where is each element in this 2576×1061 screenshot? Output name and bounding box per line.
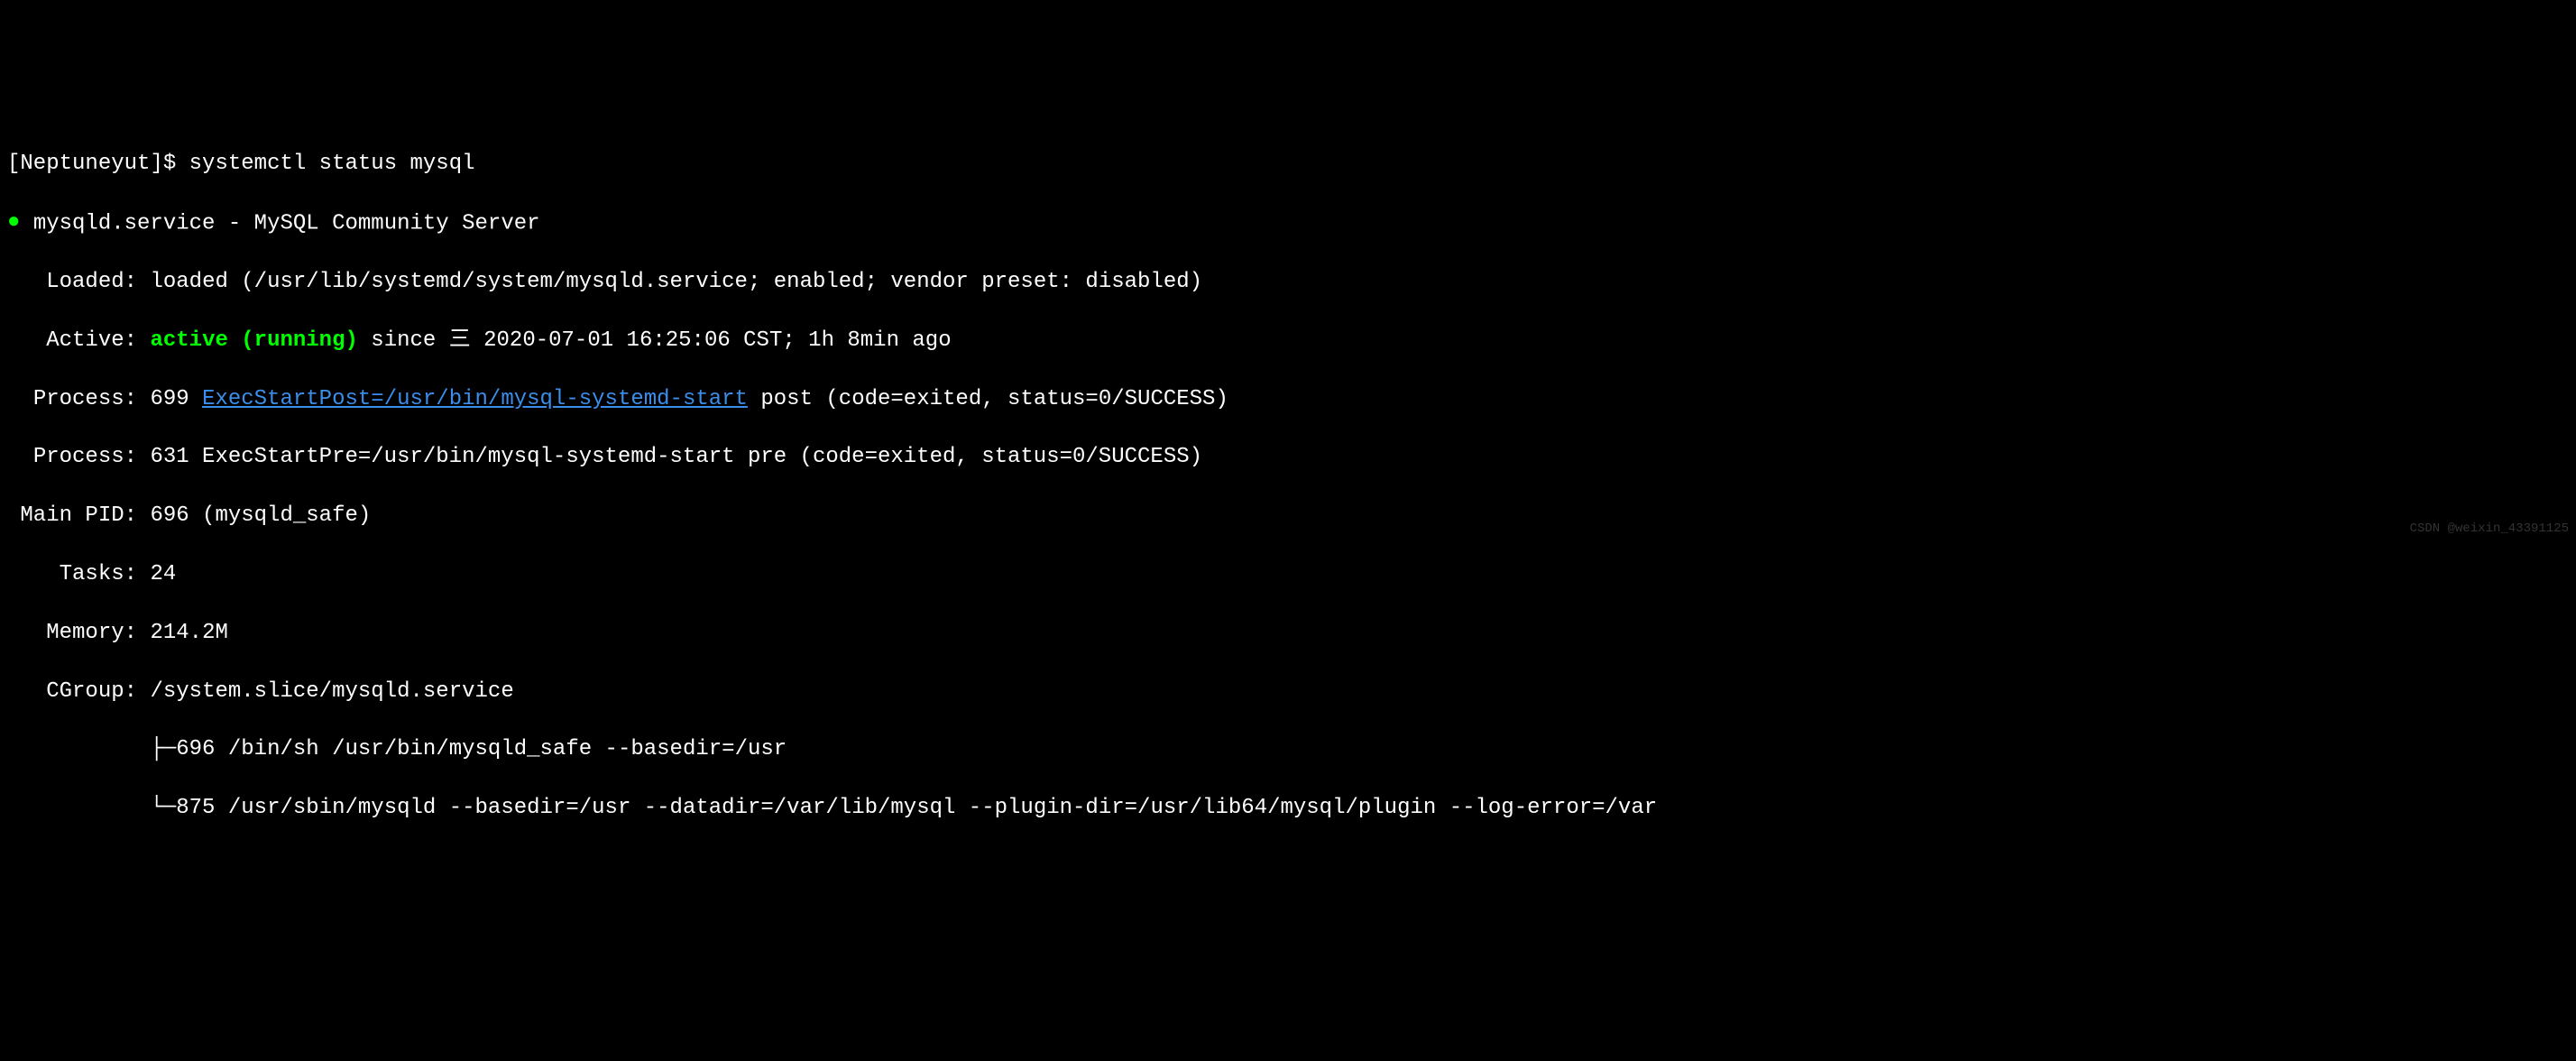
loaded-label: Loaded: — [46, 270, 137, 294]
prompt-line[interactable]: [Neptuneyut]$ systemctl status mysql — [7, 150, 2569, 179]
tree-line-2: └─875 /usr/sbin/mysqld --basedir=/usr --… — [7, 794, 2569, 823]
indent — [7, 679, 46, 704]
tree2-cmd: /usr/sbin/mysqld --basedir=/usr --datadi… — [228, 796, 1657, 820]
tasks-line: Tasks: 24 — [7, 560, 2569, 589]
prompt-user-host: Neptuneyut — [20, 152, 150, 176]
active-state: active (running) — [150, 328, 357, 353]
space — [215, 796, 227, 820]
indent — [7, 562, 60, 586]
memory-label: Memory: — [46, 621, 137, 645]
mainpid-value: 696 (mysqld_safe) — [150, 503, 371, 528]
process1-exec-link[interactable]: ExecStartPost=/usr/bin/mysql-systemd-sta… — [202, 387, 748, 411]
space — [358, 328, 371, 353]
space — [137, 328, 150, 353]
space — [137, 562, 150, 586]
space — [137, 503, 150, 528]
process1-suffix: post (code=exited, status=0/SUCCESS) — [760, 387, 1228, 411]
indent — [7, 270, 46, 294]
prompt-close-bracket: ] — [150, 152, 162, 176]
tree-line-1: ├─696 /bin/sh /usr/bin/mysqld_safe --bas… — [7, 735, 2569, 764]
tasks-value: 24 — [150, 562, 176, 586]
space — [20, 211, 32, 235]
indent — [7, 503, 20, 528]
space — [215, 737, 227, 761]
active-line: Active: active (running) since 三 2020-07… — [7, 327, 2569, 355]
watermark-text: CSDN @weixin_43391125 — [2410, 521, 2569, 538]
cgroup-line: CGroup: /system.slice/mysqld.service — [7, 678, 2569, 706]
prompt-dollar: $ — [163, 152, 189, 176]
tree1-cmd: /bin/sh /usr/bin/mysqld_safe --basedir=/… — [228, 737, 787, 761]
cgroup-label: CGroup: — [46, 679, 137, 704]
space — [137, 445, 150, 469]
mainpid-line: Main PID: 696 (mysqld_safe) — [7, 502, 2569, 530]
tree1-pid: 696 — [176, 737, 215, 761]
prompt-open-bracket: [ — [7, 152, 20, 176]
service-header-line: ● mysqld.service - MySQL Community Serve… — [7, 208, 2569, 239]
process1-line: Process: 699 ExecStartPost=/usr/bin/mysq… — [7, 385, 2569, 414]
service-description: MySQL Community Server — [254, 211, 540, 235]
command-text: systemctl status mysql — [189, 152, 475, 176]
tree-branch-icon: ├─ — [150, 737, 176, 761]
loaded-line: Loaded: loaded (/usr/lib/systemd/system/… — [7, 268, 2569, 297]
space — [748, 387, 760, 411]
process2-label: Process: — [33, 445, 137, 469]
status-dot-icon: ● — [7, 208, 20, 237]
tree2-pid: 875 — [176, 796, 215, 820]
indent — [7, 445, 33, 469]
memory-line: Memory: 214.2M — [7, 619, 2569, 648]
process2-line: Process: 631 ExecStartPre=/usr/bin/mysql… — [7, 443, 2569, 472]
terminal-output: [Neptuneyut]$ systemctl status mysql ● m… — [7, 121, 2569, 853]
indent — [7, 621, 46, 645]
space — [189, 387, 202, 411]
indent — [7, 328, 46, 353]
service-name: mysqld.service — [33, 211, 216, 235]
indent — [7, 737, 150, 761]
space — [137, 270, 150, 294]
space — [137, 387, 150, 411]
active-label: Active: — [46, 328, 137, 353]
space — [137, 679, 150, 704]
tree-end-icon: └─ — [150, 796, 176, 820]
loaded-value: loaded (/usr/lib/systemd/system/mysqld.s… — [150, 270, 1202, 294]
cgroup-value: /system.slice/mysqld.service — [150, 679, 513, 704]
space — [137, 621, 150, 645]
process1-pid: 699 — [150, 387, 189, 411]
memory-value: 214.2M — [150, 621, 227, 645]
mainpid-label: Main PID: — [20, 503, 137, 528]
indent — [7, 387, 33, 411]
active-since: since 三 2020-07-01 16:25:06 CST; 1h 8min… — [371, 328, 951, 353]
tasks-label: Tasks: — [60, 562, 137, 586]
process1-label: Process: — [33, 387, 137, 411]
separator: - — [215, 211, 253, 235]
process2-value: 631 ExecStartPre=/usr/bin/mysql-systemd-… — [150, 445, 1202, 469]
indent — [7, 796, 150, 820]
